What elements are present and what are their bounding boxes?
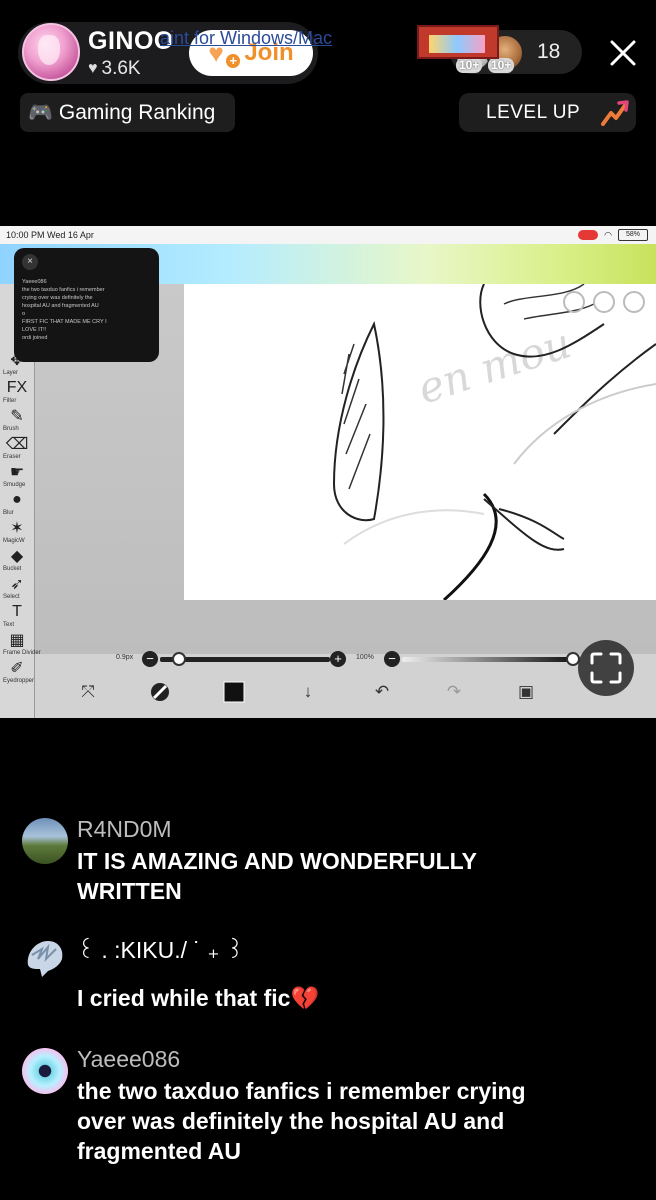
paint-tool-label: Brush — [3, 426, 19, 432]
recording-indicator — [578, 230, 599, 240]
paint-tool-bucket: ◆ — [10, 548, 24, 565]
paint-tool-label: Blur — [3, 510, 14, 516]
comment-text-line: fragmented AU — [77, 1138, 241, 1164]
comment-text-line: WRITTEN — [77, 878, 182, 904]
layers-icon: ▣ — [517, 682, 535, 701]
color-swatch-icon — [222, 680, 246, 704]
paint-tool-label: Eyedropper — [3, 678, 35, 684]
banner-title: aint for Windows/Mac — [160, 28, 333, 48]
overlay-line: o — [22, 311, 26, 317]
comment-text-line: the two taxduo fanfics i remember crying — [77, 1078, 526, 1104]
redo-icon: ↷ — [446, 682, 462, 701]
commenter-name[interactable]: R4ND0M — [77, 816, 172, 843]
paint-tool-frame-divider: ▦ — [9, 632, 25, 649]
paint-tool-select: ➶ — [10, 576, 24, 593]
comment-item: Yaeee086 the two taxduo fanfics i rememb… — [22, 1046, 642, 1168]
status-time: 10:00 PM Wed 16 Apr — [6, 230, 94, 240]
undo-icon: ↶ — [374, 682, 390, 701]
banner-thumbnail — [417, 25, 499, 59]
close-button[interactable] — [603, 33, 643, 73]
download-arrow-icon: ↓ — [303, 682, 313, 701]
paint-tool-blur: ● — [12, 491, 22, 508]
paint-tool-label: Frame Divider — [3, 650, 41, 656]
brush-size-plus-button: + — [330, 651, 346, 667]
overlay-line: the two taxduo fanfics i remember — [22, 287, 105, 293]
paint-tool-label: Bucket — [3, 566, 22, 572]
comment-text-line: IT IS AMAZING AND WONDERFULLY — [77, 848, 477, 874]
paint-tool-label: Eraser — [3, 454, 21, 460]
commenter-avatar[interactable] — [22, 818, 68, 864]
transform-icon: ⤧ — [81, 682, 95, 701]
overlay-line: hospital AU and fragmented AU — [22, 303, 99, 309]
close-icon — [610, 40, 636, 66]
viewer-level-badge: 10+ — [456, 58, 483, 73]
commenter-avatar[interactable] — [22, 935, 68, 981]
level-up-label: LEVEL UP — [486, 102, 581, 123]
paint-tool-eraser: ⌫ — [5, 436, 29, 453]
overlay-line: Yaeee086 — [22, 279, 47, 285]
viewer-count: 18 — [537, 40, 561, 63]
heart-icon: ♥ — [88, 60, 98, 77]
sketch-drawing: en mou — [332, 284, 656, 600]
opacity-slider — [402, 657, 574, 662]
tablet-status-bar: 10:00 PM Wed 16 Apr ◠ 58% — [0, 226, 656, 244]
wifi-icon: ◠ — [604, 229, 612, 240]
svg-text:en mou: en mou — [412, 318, 577, 413]
paint-tool-label: Text — [3, 622, 15, 628]
host-avatar[interactable] — [22, 23, 80, 81]
fullscreen-icon — [590, 652, 622, 684]
comment-item: R4ND0M IT IS AMAZING AND WONDERFULLY WRI… — [22, 816, 642, 908]
overlay-line: LOVE IT!! — [22, 327, 47, 333]
gaming-ranking-button[interactable]: 🎮 Gaming Ranking — [20, 93, 235, 132]
comment-text-line: over was definitely the hospital AU and — [77, 1108, 505, 1134]
commenter-avatar[interactable] — [22, 1048, 68, 1094]
overlay-line: crying over was definitely the — [22, 295, 93, 301]
paint-tool-smudge: ☛ — [9, 464, 25, 481]
paint-bottom-toolbar — [35, 654, 656, 718]
battery-indicator: 58% — [618, 229, 648, 241]
brush-picker-icon — [148, 680, 172, 704]
paint-tool-brush: ✎ — [10, 408, 24, 425]
viewer-level-badge: 10+ — [488, 58, 515, 73]
host-likes: ♥ 3.6K — [88, 58, 141, 80]
brush-size-knob — [172, 652, 186, 666]
paint-tool-label: MagicW — [3, 538, 25, 544]
overlay-line: FIRST FIC THAT MADE ME CRY I — [22, 319, 107, 325]
paint-tool-label: Filter — [3, 398, 17, 404]
paint-tool-label: Select — [3, 594, 20, 600]
comment-item: ꒰ . :KIKU./ ˙ ₊ ꒱ I cried while that fic… — [22, 935, 642, 1015]
opacity-value: 100% — [356, 654, 374, 661]
paint-tool-magicw: ✶ — [10, 520, 24, 537]
overlay-line: ordi joined — [22, 335, 48, 341]
brush-size-minus-button: − — [142, 651, 158, 667]
paint-tool-label: Layer — [3, 370, 19, 376]
host-likes-count: 3.6K — [101, 58, 141, 79]
paint-tool-filter: FX — [6, 379, 28, 396]
commenter-name[interactable]: ꒰ . :KIKU./ ˙ ₊ ꒱ — [77, 933, 244, 964]
drawing-canvas[interactable]: en mou — [184, 284, 656, 600]
paint-tool-text: T — [12, 603, 22, 620]
overlay-close-icon: × — [22, 254, 38, 270]
opacity-minus-button: − — [384, 651, 400, 667]
comment-text-body: I cried while that fic — [77, 985, 291, 1011]
comment-text: I cried while that fic💔 — [77, 983, 597, 1013]
commenter-name[interactable]: Yaeee086 — [77, 1046, 180, 1073]
gamepad-icon: 🎮 — [28, 102, 53, 124]
broken-heart-emoji: 💔 — [290, 985, 320, 1011]
paint-tool-eyedropper: ✐ — [10, 660, 24, 677]
trending-up-icon — [601, 100, 629, 126]
fullscreen-button[interactable] — [578, 640, 634, 696]
brush-size-value: 0.9px — [116, 654, 134, 661]
gaming-ranking-label: Gaming Ranking — [58, 100, 216, 124]
paint-tool-label: Smudge — [3, 482, 26, 488]
